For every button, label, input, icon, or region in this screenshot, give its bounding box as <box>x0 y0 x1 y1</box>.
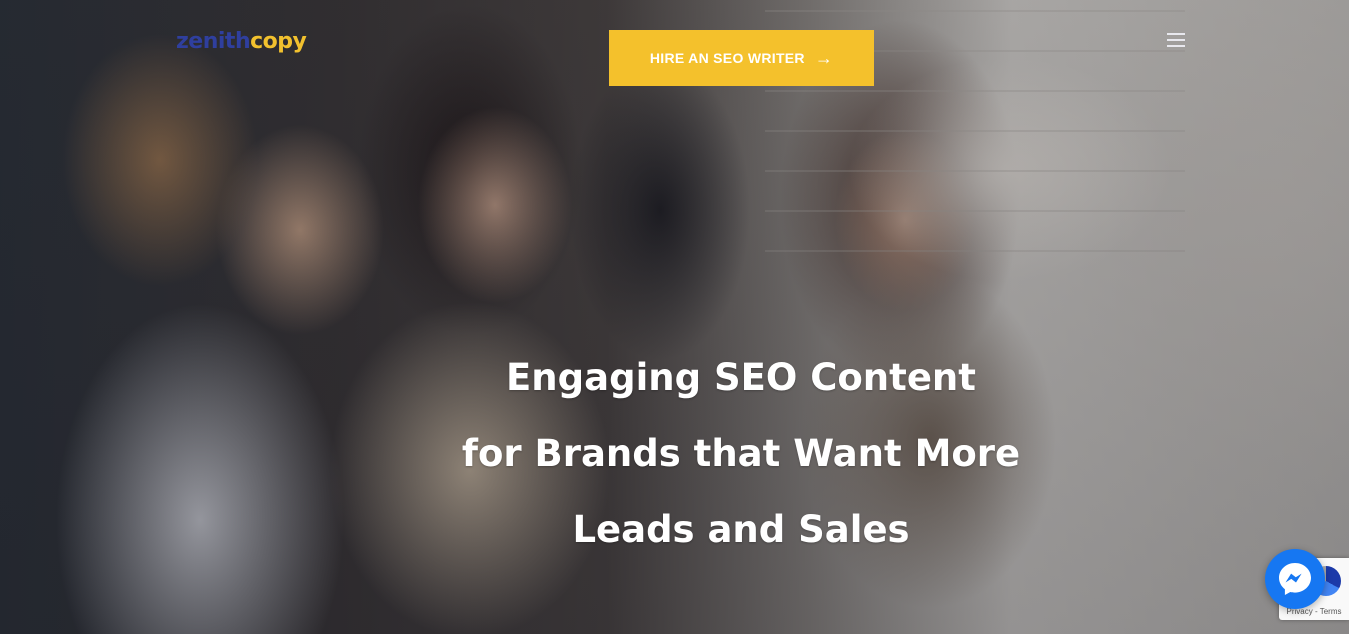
messenger-icon <box>1279 563 1311 595</box>
menu-bar <box>1167 39 1185 41</box>
logo-text-part2: copy <box>250 28 307 54</box>
menu-bar <box>1167 33 1185 35</box>
headline-line-3: Leads and Sales <box>572 508 910 551</box>
headline-line-2: for Brands that Want More <box>461 432 1021 475</box>
headline-line-1: Engaging SEO Content <box>506 356 976 399</box>
logo-text-part1: zenith <box>176 28 251 54</box>
messenger-chat-button[interactable] <box>1265 549 1325 609</box>
cta-label: HIRE AN SEO WRITER <box>649 50 805 66</box>
hamburger-menu-icon[interactable] <box>1164 29 1188 51</box>
site-logo[interactable]: zenith copy <box>176 26 307 56</box>
hire-seo-writer-button[interactable]: HIRE AN SEO WRITER → <box>609 30 874 86</box>
hero-headline: Engaging SEO Content for Brands that Wan… <box>400 340 1082 568</box>
menu-bar <box>1167 45 1185 47</box>
hero-section: zenith copy HIRE AN SEO WRITER → Engaging… <box>0 0 1349 634</box>
arrow-right-icon: → <box>814 48 834 68</box>
